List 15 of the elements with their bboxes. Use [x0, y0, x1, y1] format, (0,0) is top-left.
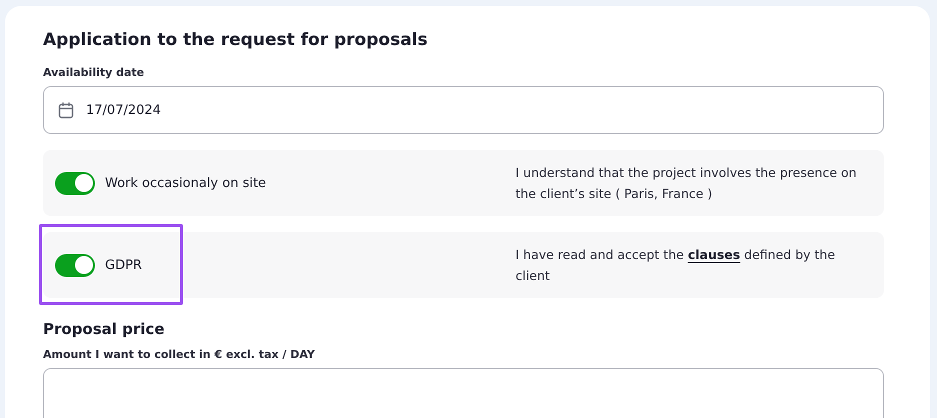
toggle-switch[interactable]	[55, 172, 95, 194]
date-input[interactable]: 17/07/2024	[86, 102, 206, 118]
field-label: Amount I want to collect in € excl. tax / DAY	[43, 348, 316, 361]
calendar-icon	[58, 102, 74, 118]
option-label: Work occasionaly on site	[105, 176, 266, 190]
amount-field[interactable]	[43, 368, 884, 418]
toggle-switch[interactable]	[55, 254, 95, 276]
option-label: GDPR	[105, 258, 142, 272]
date-field[interactable]: 17/07/2024	[43, 86, 884, 134]
section-heading: Proposal price	[43, 320, 166, 338]
form-title: Application to the request for proposals	[43, 30, 429, 50]
clauses-link[interactable]: clauses	[688, 247, 740, 262]
option-description: I understand that the project involves the presence on the client’s site ( Paris, France )	[515, 164, 858, 203]
field-label: Availability date	[43, 66, 146, 79]
option-description: I have read and accept the clauses defined by the client	[515, 246, 836, 285]
